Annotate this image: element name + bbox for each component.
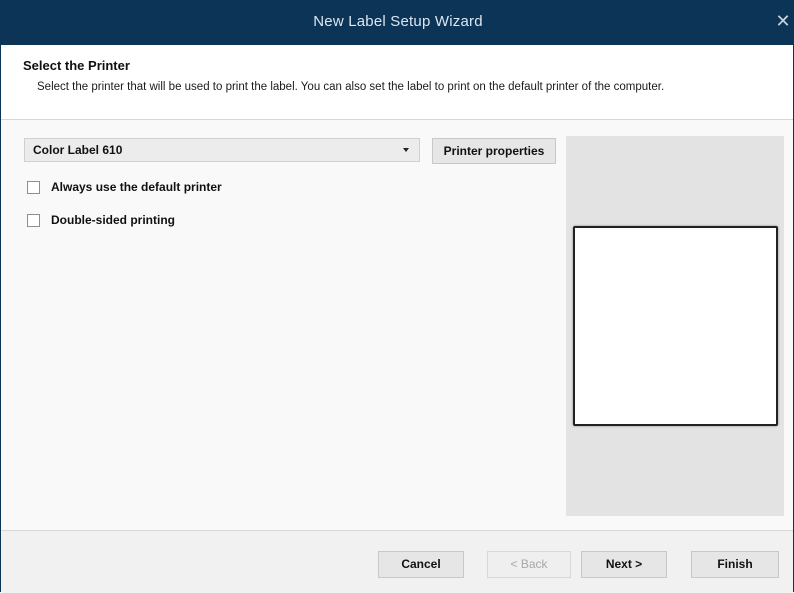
always-default-printer-label[interactable]: Always use the default printer <box>51 180 222 194</box>
wizard-body: Color Label 610 Printer properties Alway… <box>1 120 793 530</box>
finish-button[interactable]: Finish <box>691 551 779 578</box>
step-title: Select the Printer <box>23 58 130 73</box>
cancel-button[interactable]: Cancel <box>378 551 464 578</box>
wizard-header: Select the Printer Select the printer th… <box>1 45 793 120</box>
double-sided-printing-label[interactable]: Double-sided printing <box>51 213 175 227</box>
always-default-printer-checkbox[interactable] <box>27 181 40 194</box>
label-preview <box>573 226 778 426</box>
label-preview-panel <box>566 136 784 516</box>
window-title: New Label Setup Wizard <box>313 13 483 30</box>
close-icon[interactable]: ✕ <box>773 10 793 32</box>
printer-dropdown-value: Color Label 610 <box>33 143 123 157</box>
printer-dropdown[interactable]: Color Label 610 <box>24 138 420 162</box>
wizard-window: New Label Setup Wizard ✕ Select the Prin… <box>0 0 794 593</box>
printer-properties-button[interactable]: Printer properties <box>432 138 556 164</box>
title-bar: New Label Setup Wizard ✕ <box>1 0 794 45</box>
wizard-footer: Cancel < Back Next > Finish <box>1 530 793 593</box>
back-button[interactable]: < Back <box>487 551 571 578</box>
step-description: Select the printer that will be used to … <box>37 81 665 93</box>
next-button[interactable]: Next > <box>581 551 667 578</box>
double-sided-printing-checkbox[interactable] <box>27 214 40 227</box>
chevron-down-icon <box>403 148 409 152</box>
